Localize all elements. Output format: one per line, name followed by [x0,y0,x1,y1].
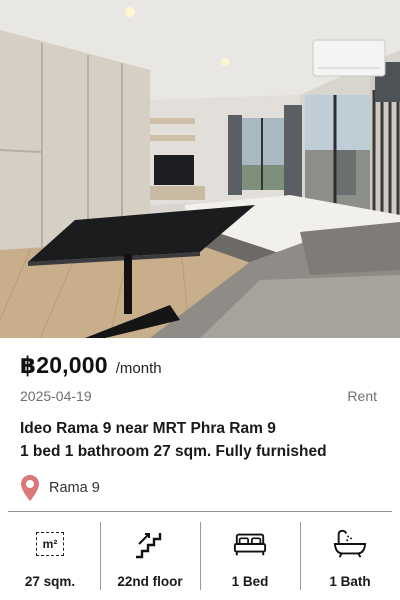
title-line-1: Ideo Rama 9 near MRT Phra Ram 9 [20,420,276,437]
divider [8,511,392,512]
room-image [0,0,400,338]
area-label: 27 sqm. [24,574,76,589]
location-pin-icon [21,475,39,501]
beds-label: 1 Bed [231,574,269,589]
area-icon: m² [33,528,67,560]
title-line-2: 1 bed 1 bathroom 27 sqm. Fully furnished [20,443,327,460]
feature-area: m² 27 sqm. [0,518,100,594]
bathtub-icon [333,528,367,560]
price-period: /month [115,360,162,377]
price-row: ฿20,000 /month [20,352,162,379]
listing-title[interactable]: Ideo Rama 9 near MRT Phra Ram 9 1 bed 1 … [20,417,386,463]
baths-label: 1 Bath [329,574,371,589]
location-text: Rama 9 [49,480,100,496]
stairs-icon [133,528,167,560]
feature-baths: 1 Bath [300,518,400,594]
floor-label: 22nd floor [117,574,183,589]
meta-row: 2025-04-19 Rent [20,388,377,404]
listing-type: Rent [347,388,377,404]
listing-date: 2025-04-19 [20,388,92,404]
bed-icon [233,528,267,560]
price: ฿20,000 [20,352,108,378]
location: Rama 9 [20,474,100,502]
feature-beds: 1 Bed [200,518,300,594]
feature-bar: m² 27 sqm. 22nd floor 1 Bed 1 Bath [0,518,400,594]
listing-photo[interactable] [0,0,400,338]
feature-floor: 22nd floor [100,518,200,594]
